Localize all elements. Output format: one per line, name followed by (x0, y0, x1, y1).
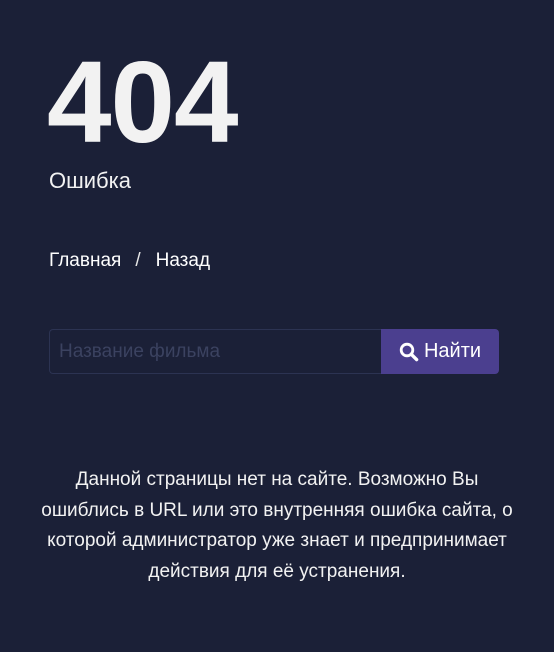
search-form: Найти (49, 329, 499, 374)
error-label: Ошибка (49, 168, 131, 193)
search-input[interactable] (49, 329, 381, 374)
home-link[interactable]: Главная (49, 249, 121, 273)
breadcrumb: Главная / Назад (49, 249, 210, 273)
search-button[interactable]: Найти (381, 329, 499, 374)
breadcrumb-separator: / (135, 250, 141, 271)
search-icon (399, 342, 419, 362)
error-message: Данной страницы нет на сайте. Возможно В… (41, 469, 513, 582)
search-button-label: Найти (423, 340, 482, 362)
back-link[interactable]: Назад (156, 249, 210, 273)
error-code: 404 (47, 37, 239, 167)
